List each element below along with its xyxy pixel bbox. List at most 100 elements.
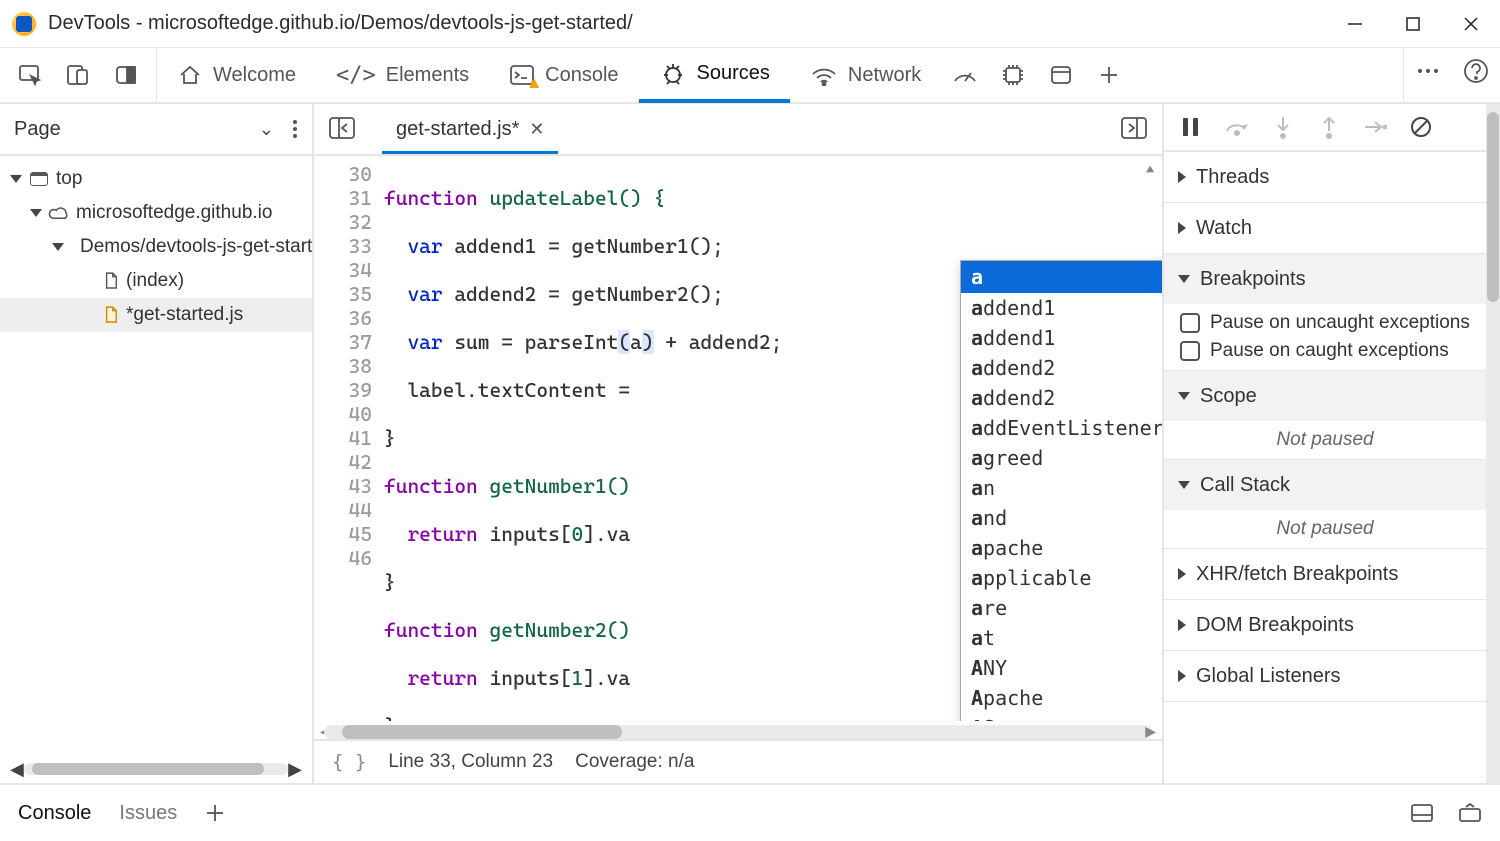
section-call-stack[interactable]: Call Stack xyxy=(1164,460,1486,510)
page-panel-more-icon[interactable] xyxy=(292,118,298,140)
autocomplete-item[interactable]: AS xyxy=(961,713,1162,721)
tab-welcome[interactable]: Welcome xyxy=(157,47,316,103)
drawer-add-tab-icon[interactable] xyxy=(205,803,225,823)
section-breakpoints[interactable]: Breakpoints xyxy=(1164,254,1486,304)
tab-welcome-label: Welcome xyxy=(213,64,296,87)
autocomplete-item[interactable]: addend1 xyxy=(961,293,1162,323)
step-icon[interactable] xyxy=(1362,114,1388,140)
deactivate-breakpoints-icon[interactable] xyxy=(1408,114,1434,140)
page-panel-dropdown-icon[interactable]: ⌄ xyxy=(259,119,274,140)
memory-icon[interactable] xyxy=(989,51,1037,99)
tree-origin-label: microsoftedge.github.io xyxy=(76,202,272,224)
window-close-button[interactable] xyxy=(1442,0,1500,48)
file-js-icon xyxy=(104,306,118,324)
section-global-listeners[interactable]: Global Listeners xyxy=(1164,651,1486,701)
sidebar-scroll-right-icon[interactable]: ▶ xyxy=(288,759,302,780)
autocomplete-item[interactable]: are xyxy=(961,593,1162,623)
tree-file-js-label: *get-started.js xyxy=(126,304,243,326)
add-tab-icon[interactable] xyxy=(1085,51,1133,99)
autocomplete-item[interactable]: agreed xyxy=(961,443,1162,473)
callstack-not-paused: Not paused xyxy=(1164,510,1486,548)
section-xhr-breakpoints[interactable]: XHR/fetch Breakpoints xyxy=(1164,549,1486,599)
window-title: DevTools - microsoftedge.github.io/Demos… xyxy=(48,12,633,35)
cursor-position: Line 33, Column 23 xyxy=(388,751,553,773)
pause-icon[interactable] xyxy=(1178,114,1204,140)
tab-network-label: Network xyxy=(848,64,921,87)
autocomplete-item[interactable]: atab xyxy=(961,261,1162,293)
window-icon xyxy=(30,172,48,186)
autocomplete-item[interactable]: addend1 xyxy=(961,323,1162,353)
tree-folder[interactable]: Demos/devtools-js-get-started xyxy=(0,230,312,264)
wifi-icon xyxy=(810,64,838,86)
device-emulation-icon[interactable] xyxy=(54,51,102,99)
tab-sources[interactable]: Sources xyxy=(639,47,790,103)
coverage-status: Coverage: n/a xyxy=(575,751,694,773)
show-debugger-icon[interactable] xyxy=(1114,108,1154,148)
file-icon xyxy=(104,272,118,290)
page-panel-label[interactable]: Page xyxy=(14,118,61,141)
elements-icon: </> xyxy=(336,63,376,88)
tree-file-index[interactable]: (index) xyxy=(0,264,312,298)
main-toolbar: Welcome </> Elements Console Sources Net… xyxy=(0,48,1500,104)
section-scope[interactable]: Scope xyxy=(1164,371,1486,421)
window-maximize-button[interactable] xyxy=(1384,0,1442,48)
dock-side-icon[interactable] xyxy=(102,51,150,99)
performance-icon[interactable] xyxy=(941,51,989,99)
editor-status-bar: { } Line 33, Column 23 Coverage: n/a xyxy=(314,739,1162,783)
line-number-gutter[interactable]: 3031323334353637383940414243444546 xyxy=(314,156,384,721)
pause-uncaught-checkbox[interactable]: Pause on uncaught exceptions xyxy=(1180,312,1470,334)
window-minimize-button[interactable] xyxy=(1326,0,1384,48)
hide-navigator-icon[interactable] xyxy=(322,108,362,148)
autocomplete-item[interactable]: at xyxy=(961,623,1162,653)
sidebar-scroll-left-icon[interactable]: ◀ xyxy=(10,759,24,780)
tab-console[interactable]: Console xyxy=(489,47,638,103)
debugger-toolbar xyxy=(1164,104,1486,152)
tab-console-label: Console xyxy=(545,64,618,87)
more-options-icon[interactable] xyxy=(1404,47,1452,95)
autocomplete-item[interactable]: and xyxy=(961,503,1162,533)
sidebar-scrollbar[interactable] xyxy=(24,763,288,775)
inspect-element-icon[interactable] xyxy=(6,51,54,99)
code-editor-panel: get-started.js* ✕ 3031323334353637383940… xyxy=(314,104,1162,783)
autocomplete-item[interactable]: addEventListener xyxy=(961,413,1162,443)
drawer-expand-icon[interactable] xyxy=(1410,803,1434,823)
tree-top[interactable]: top xyxy=(0,162,312,196)
autocomplete-item[interactable]: ANY xyxy=(961,653,1162,683)
section-threads[interactable]: Threads xyxy=(1164,152,1486,202)
pretty-print-icon[interactable]: { } xyxy=(332,751,366,773)
editor-horizontal-scrollbar[interactable]: ◀ ▶ xyxy=(324,725,1152,739)
autocomplete-item[interactable]: Apache xyxy=(961,683,1162,713)
step-out-icon[interactable] xyxy=(1316,114,1342,140)
drawer-tab-issues[interactable]: Issues xyxy=(119,802,177,825)
autocomplete-item[interactable]: applicable xyxy=(961,563,1162,593)
editor-tab-get-started[interactable]: get-started.js* ✕ xyxy=(382,118,558,154)
section-watch[interactable]: Watch xyxy=(1164,203,1486,253)
help-icon[interactable] xyxy=(1452,47,1500,95)
tree-file-js[interactable]: *get-started.js xyxy=(0,298,312,332)
tree-origin[interactable]: microsoftedge.github.io xyxy=(0,196,312,230)
autocomplete-item[interactable]: addend2 xyxy=(961,383,1162,413)
tab-network[interactable]: Network xyxy=(790,47,941,103)
close-tab-icon[interactable]: ✕ xyxy=(529,119,544,140)
section-dom-breakpoints[interactable]: DOM Breakpoints xyxy=(1164,600,1486,650)
window-titlebar: DevTools - microsoftedge.github.io/Demos… xyxy=(0,0,1500,48)
pause-caught-checkbox[interactable]: Pause on caught exceptions xyxy=(1180,340,1470,362)
autocomplete-item[interactable]: an xyxy=(961,473,1162,503)
autocomplete-item[interactable]: addend2 xyxy=(961,353,1162,383)
tab-elements[interactable]: </> Elements xyxy=(316,47,489,103)
tree-file-index-label: (index) xyxy=(126,270,184,292)
drawer-bar: Console Issues xyxy=(0,783,1500,841)
cloud-icon xyxy=(48,206,70,220)
tree-folder-label: Demos/devtools-js-get-started xyxy=(80,236,312,258)
console-icon xyxy=(509,64,535,86)
autocomplete-item[interactable]: apache xyxy=(961,533,1162,563)
step-into-icon[interactable] xyxy=(1270,114,1296,140)
tab-sources-label: Sources xyxy=(697,62,770,85)
drawer-collapse-icon[interactable] xyxy=(1458,803,1482,823)
drawer-tab-console[interactable]: Console xyxy=(18,802,91,825)
page-sidebar: Page ⌄ top microsoftedge.github.io Demos… xyxy=(0,104,314,783)
application-icon[interactable] xyxy=(1037,51,1085,99)
scope-not-paused: Not paused xyxy=(1164,421,1486,459)
debugger-scrollbar[interactable] xyxy=(1486,104,1500,783)
step-over-icon[interactable] xyxy=(1224,114,1250,140)
